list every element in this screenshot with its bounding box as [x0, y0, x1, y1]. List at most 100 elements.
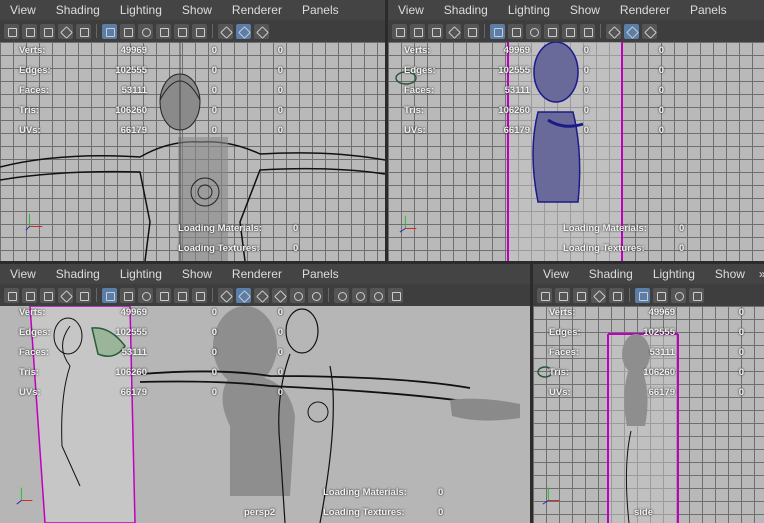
viewport-persp[interactable]: Verts: 49969 0 0 Edges: 102555 0 0 Faces: 53111… [0, 306, 530, 523]
bookmark-icon[interactable] [40, 287, 55, 303]
field-chart-icon[interactable] [174, 23, 189, 39]
image-plane-icon[interactable] [58, 23, 73, 39]
resolution-gate-icon[interactable] [138, 287, 153, 303]
select-camera-icon[interactable] [4, 23, 19, 39]
smooth-shade-icon[interactable] [624, 23, 639, 39]
menu-renderer[interactable]: Renderer [222, 3, 292, 17]
menu-show[interactable]: Show [560, 3, 610, 17]
safe-action-icon[interactable] [192, 23, 207, 39]
grid-icon[interactable] [635, 287, 650, 303]
bookmark-icon[interactable] [40, 23, 55, 39]
wireframe-icon[interactable] [606, 23, 621, 39]
safe-action-icon[interactable] [580, 23, 595, 39]
hud-value: 66179 [120, 125, 147, 136]
wireframe-on-shaded-icon[interactable] [254, 23, 269, 39]
hud-poly-count: Verts: 49969 0 Edges: 102555 0 Faces: 53111 0 … [549, 307, 749, 407]
menu-view[interactable]: View [0, 267, 46, 281]
bounding-box-icon[interactable] [272, 287, 287, 303]
viewport-panel-bottom-left[interactable]: View Shading Lighting Show Renderer Pane… [0, 264, 530, 523]
menu-show[interactable]: Show [705, 267, 755, 281]
viewport-top-left[interactable]: Verts: 49969 0 0 Edges: 102555 0 0 Faces: 53111… [0, 42, 385, 261]
grid-icon[interactable] [102, 287, 117, 303]
gate-mask-icon[interactable] [156, 23, 171, 39]
menu-show[interactable]: Show [172, 3, 222, 17]
xray-icon[interactable] [352, 287, 367, 303]
hud-value: 102555 [115, 65, 147, 76]
image-plane-icon[interactable] [58, 287, 73, 303]
camera-attributes-icon[interactable] [22, 287, 37, 303]
gate-mask-icon[interactable] [689, 287, 704, 303]
resolution-gate-icon[interactable] [671, 287, 686, 303]
resolution-gate-icon[interactable] [138, 23, 153, 39]
menu-shading[interactable]: Shading [46, 3, 110, 17]
film-gate-icon[interactable] [508, 23, 523, 39]
select-camera-icon[interactable] [392, 23, 407, 39]
menu-lighting[interactable]: Lighting [643, 267, 705, 281]
film-gate-icon[interactable] [653, 287, 668, 303]
viewport-side[interactable]: Verts: 49969 0 Edges: 102555 0 Faces: 53111 0 … [533, 306, 764, 523]
menu-panels[interactable]: Panels [680, 3, 737, 17]
paint-icon[interactable] [609, 287, 624, 303]
view-axis-icon [399, 215, 417, 233]
loading-textures-label: Loading Textures: [323, 507, 405, 518]
select-camera-icon[interactable] [4, 287, 19, 303]
film-gate-icon[interactable] [120, 23, 135, 39]
safe-action-icon[interactable] [192, 287, 207, 303]
gate-mask-icon[interactable] [156, 287, 171, 303]
menu-renderer[interactable]: Renderer [610, 3, 680, 17]
camera-attributes-icon[interactable] [22, 23, 37, 39]
bookmark-icon[interactable] [428, 23, 443, 39]
menu-view[interactable]: View [0, 3, 46, 17]
field-chart-icon[interactable] [174, 287, 189, 303]
menu-lighting[interactable]: Lighting [110, 3, 172, 17]
paint-icon[interactable] [76, 23, 91, 39]
menu-shading[interactable]: Shading [434, 3, 498, 17]
select-camera-icon[interactable] [537, 287, 552, 303]
image-plane-icon[interactable] [446, 23, 461, 39]
resolution-gate-icon[interactable] [526, 23, 541, 39]
menu-view[interactable]: View [388, 3, 434, 17]
camera-attributes-icon[interactable] [410, 23, 425, 39]
menu-renderer[interactable]: Renderer [222, 267, 292, 281]
bookmark-icon[interactable] [573, 287, 588, 303]
camera-attributes-icon[interactable] [555, 287, 570, 303]
viewport-panel-top-left[interactable]: View Shading Lighting Show Renderer Pane… [0, 0, 385, 261]
menu-shading[interactable]: Shading [579, 267, 643, 281]
wireframe-icon[interactable] [218, 287, 233, 303]
smooth-shade-icon[interactable] [236, 23, 251, 39]
smooth-shade-icon[interactable] [236, 287, 251, 303]
paint-icon[interactable] [464, 23, 479, 39]
ambient-occlusion-icon[interactable] [388, 287, 403, 303]
wireframe-on-shaded-icon[interactable] [642, 23, 657, 39]
viewport-top-right[interactable]: Verts: 49969 0 0 Edges: 102555 0 0 Faces: 53111… [388, 42, 764, 261]
menu-panels[interactable]: Panels [292, 267, 349, 281]
film-gate-icon[interactable] [120, 287, 135, 303]
hud-value: 0 [211, 45, 217, 56]
wireframe-on-shaded-icon[interactable] [254, 287, 269, 303]
menu-lighting[interactable]: Lighting [498, 3, 560, 17]
xray-joints-icon[interactable] [370, 287, 385, 303]
menu-overflow-button[interactable]: » [755, 267, 764, 281]
menu-shading[interactable]: Shading [46, 267, 110, 281]
wireframe-icon[interactable] [218, 23, 233, 39]
hud-value: 0 [277, 45, 283, 56]
viewport-panel-bottom-right[interactable]: View Shading Lighting Show » Verts: 49969… [533, 264, 764, 523]
hud-label-edges: Edges: [549, 327, 581, 338]
menu-view[interactable]: View [533, 267, 579, 281]
viewport-panel-top-right[interactable]: View Shading Lighting Show Renderer Pane… [388, 0, 764, 261]
image-plane-icon[interactable] [591, 287, 606, 303]
paint-icon[interactable] [76, 287, 91, 303]
gate-mask-icon[interactable] [544, 23, 559, 39]
hud-value: 66179 [503, 125, 530, 136]
hud-value: 0 [658, 105, 664, 116]
hud-poly-count: Verts: 49969 0 0 Edges: 102555 0 0 Faces: 53111… [19, 45, 283, 145]
field-chart-icon[interactable] [562, 23, 577, 39]
menu-panels[interactable]: Panels [292, 3, 349, 17]
menu-show[interactable]: Show [172, 267, 222, 281]
isolate-icon[interactable] [334, 287, 349, 303]
menu-lighting[interactable]: Lighting [110, 267, 172, 281]
lights-icon[interactable] [290, 287, 305, 303]
grid-icon[interactable] [490, 23, 505, 39]
shadows-icon[interactable] [308, 287, 323, 303]
grid-icon[interactable] [102, 23, 117, 39]
